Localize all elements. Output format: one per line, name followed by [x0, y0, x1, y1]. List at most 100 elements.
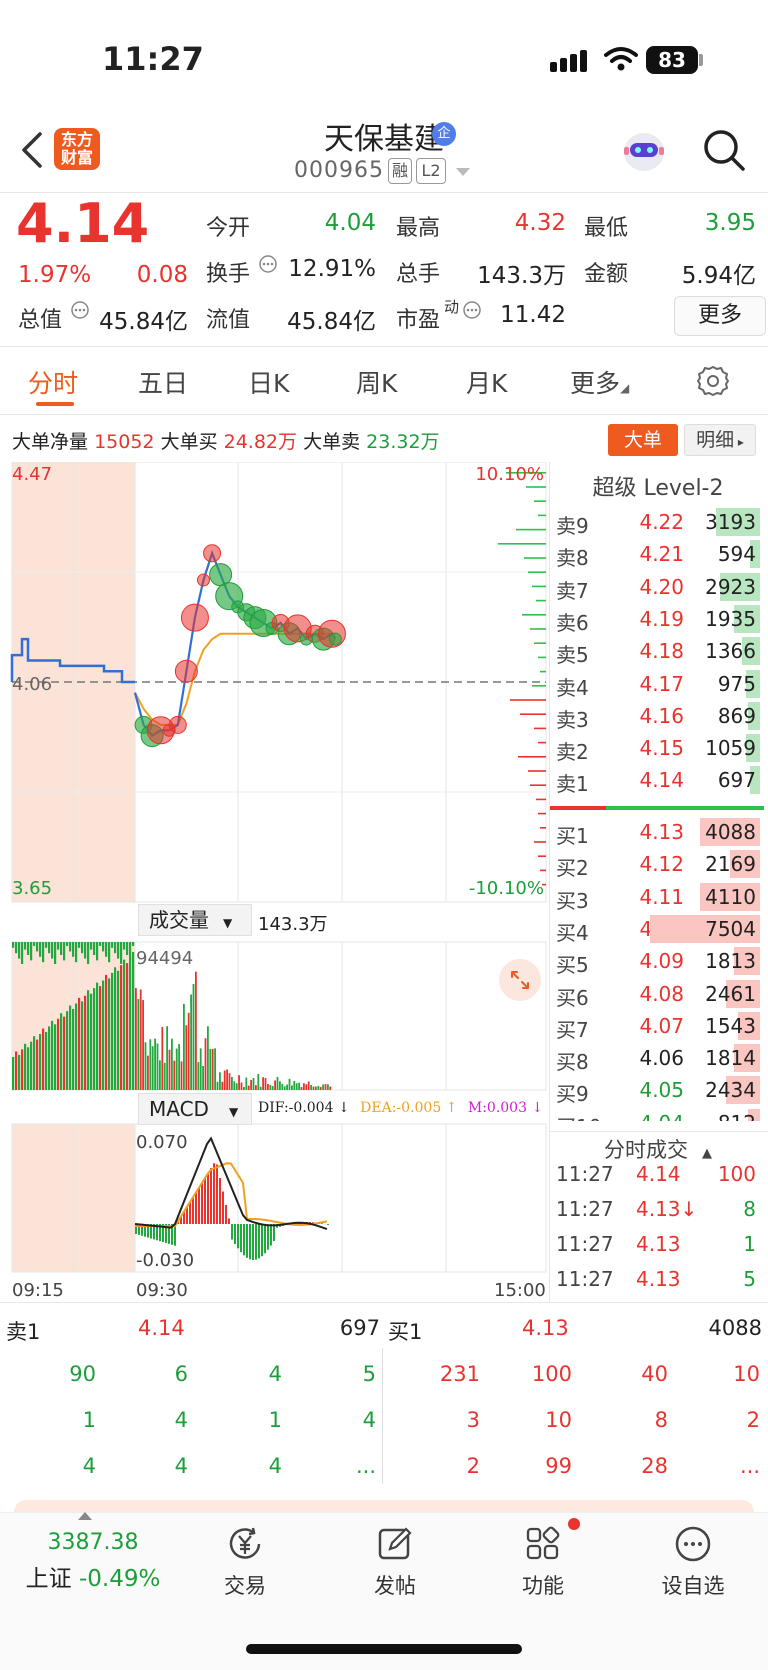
- tab-five-day[interactable]: 五日: [138, 364, 188, 400]
- price-axis-bottom: 3.65: [12, 878, 53, 899]
- bid-order-row[interactable]: 买7 4.07 1543: [556, 1010, 760, 1042]
- volume-bar: [69, 942, 72, 952]
- volume-bar: [132, 952, 135, 1090]
- home-indicator[interactable]: [246, 1644, 522, 1654]
- bid-order-row[interactable]: 买44.107504: [556, 913, 760, 945]
- caret-up-icon[interactable]: [78, 1512, 92, 1520]
- ask-order-row[interactable]: 卖5 4.18 1366: [556, 635, 760, 667]
- nav-functions[interactable]: 功能: [488, 1524, 598, 1600]
- index-ticker[interactable]: 3387.38 上证 -0.49%: [16, 1530, 170, 1593]
- volume-bar: [24, 1043, 27, 1090]
- amount-value: 5.94亿: [681, 263, 756, 289]
- ask-order-row[interactable]: 卖2 4.15 1059: [556, 732, 760, 764]
- volume-bar: [87, 990, 90, 1090]
- time-axis-start: 09:15: [12, 1280, 64, 1301]
- macd-indicator-selector[interactable]: MACD ▼: [138, 1093, 252, 1125]
- pct-axis-top: 10.10%: [475, 464, 544, 485]
- volume-bar: [15, 1051, 18, 1090]
- info-icon[interactable]: [70, 300, 90, 320]
- bid-order-row[interactable]: 买9 4.05 2434: [556, 1074, 760, 1106]
- expand-icon[interactable]: [498, 958, 542, 1002]
- volume-bar: [111, 942, 114, 948]
- ask-order-row[interactable]: 卖6 4.19 1935: [556, 603, 760, 635]
- pct-axis-bottom: -10.10%: [468, 878, 544, 899]
- tab-intraday[interactable]: 分时: [28, 364, 78, 400]
- volume-bar: [117, 970, 120, 1090]
- price-axis-ref: 4.06: [12, 674, 53, 695]
- ask-order-row[interactable]: 卖3 4.16 869: [556, 700, 760, 732]
- ask-order-row[interactable]: 卖4 4.17 975: [556, 668, 760, 700]
- macd-bar: [258, 1224, 260, 1259]
- detail-button[interactable]: 明细 ▸: [684, 424, 756, 456]
- volume-indicator-selector[interactable]: 成交量 ▼: [138, 904, 252, 936]
- bid-price: 4.11: [639, 884, 684, 909]
- bid-order-row[interactable]: 买8 4.06 1814: [556, 1042, 760, 1074]
- chevron-down-icon[interactable]: [456, 168, 470, 176]
- queue-sell-order: 6: [174, 1362, 188, 1386]
- volume-bar: [312, 1086, 315, 1090]
- bid-price: 4.07: [639, 1013, 684, 1038]
- bid-order-row[interactable]: 买2 4.12 2169: [556, 848, 760, 881]
- bid-order-row[interactable]: 买5 4.09 1813: [556, 945, 760, 977]
- search-icon[interactable]: [702, 128, 746, 172]
- volume-bar: [108, 942, 111, 963]
- ask-order-row[interactable]: 卖7 4.20 2923: [556, 571, 760, 603]
- turnover-value: 12.91%: [288, 256, 376, 282]
- trade-yen-icon: [229, 1527, 261, 1559]
- queue-buy-order: 40: [641, 1362, 668, 1386]
- volume-value: 143.3万: [477, 263, 566, 289]
- ai-robot-icon[interactable]: [620, 128, 668, 174]
- tab-daily-k[interactable]: 日K: [248, 364, 289, 400]
- volume-bar: [310, 1085, 312, 1090]
- volume-bar: [173, 1060, 176, 1090]
- queue-sell-label: 卖1: [6, 1320, 41, 1344]
- bid-level-label: 买1: [556, 824, 589, 848]
- volume-bar: [75, 942, 78, 963]
- queue-sell-total: 697: [339, 1316, 380, 1340]
- battery-icon: 83: [646, 46, 698, 74]
- volume-bar: [274, 1080, 276, 1090]
- bid-level-label: 买2: [556, 856, 589, 881]
- nav-trade[interactable]: 交易: [190, 1524, 300, 1600]
- tab-monthly-k[interactable]: 月K: [466, 364, 507, 400]
- queue-sell-order: 4: [268, 1362, 282, 1386]
- info-icon[interactable]: [462, 300, 482, 320]
- volume-bar: [18, 942, 21, 959]
- tab-weekly-k[interactable]: 周K: [356, 364, 397, 400]
- queue-buy-order: 100: [531, 1362, 572, 1386]
- volume-bar: [286, 1084, 288, 1090]
- bid-order-row[interactable]: 买1 4.13 4088: [556, 816, 760, 848]
- tab-more[interactable]: 更多◢: [570, 364, 629, 400]
- low-value: 3.95: [704, 210, 756, 236]
- queue-buy-label: 买1: [388, 1320, 423, 1344]
- volume-bar: [180, 1061, 183, 1090]
- nav-watchlist[interactable]: 设自选: [638, 1524, 748, 1600]
- volume-bar: [235, 1083, 238, 1090]
- queue-sell-order: ...: [355, 1454, 376, 1478]
- level2-separator-red: [550, 806, 606, 810]
- volume-bar: [24, 942, 27, 950]
- ask-order-row[interactable]: 卖9 4.22 3193: [556, 506, 760, 538]
- bid-order-row[interactable]: 买10 4.04 812: [556, 1107, 760, 1121]
- gear-icon[interactable]: [696, 364, 730, 398]
- nav-post[interactable]: 发帖: [340, 1524, 450, 1600]
- high-value: 4.32: [514, 210, 566, 236]
- ask-order-row[interactable]: 卖1 4.14 697: [556, 764, 760, 796]
- volume-bar: [33, 1036, 36, 1090]
- ask-order-row[interactable]: 卖8 4.21 594: [556, 538, 760, 570]
- level2-title[interactable]: 超级 Level-2: [552, 470, 764, 502]
- tick-volume: 100: [717, 1162, 756, 1186]
- volume-bar: [240, 1082, 243, 1090]
- bid-level-label: 买6: [556, 985, 589, 1010]
- bid-level-label: 买10: [556, 1111, 601, 1121]
- bid-order-row[interactable]: 买3 4.11 4110: [556, 881, 760, 913]
- volume-bar: [114, 942, 117, 954]
- bid-order-row[interactable]: 买6 4.08 2461: [556, 978, 760, 1010]
- info-icon[interactable]: [258, 254, 278, 274]
- volume-bar: [216, 1081, 219, 1090]
- order-flow-bar: [536, 599, 546, 602]
- volume-bar: [322, 1084, 324, 1090]
- big-order-button[interactable]: 大单: [608, 424, 678, 456]
- ticks-title[interactable]: 分时成交 ▲: [552, 1134, 764, 1164]
- more-button[interactable]: 更多: [674, 296, 766, 336]
